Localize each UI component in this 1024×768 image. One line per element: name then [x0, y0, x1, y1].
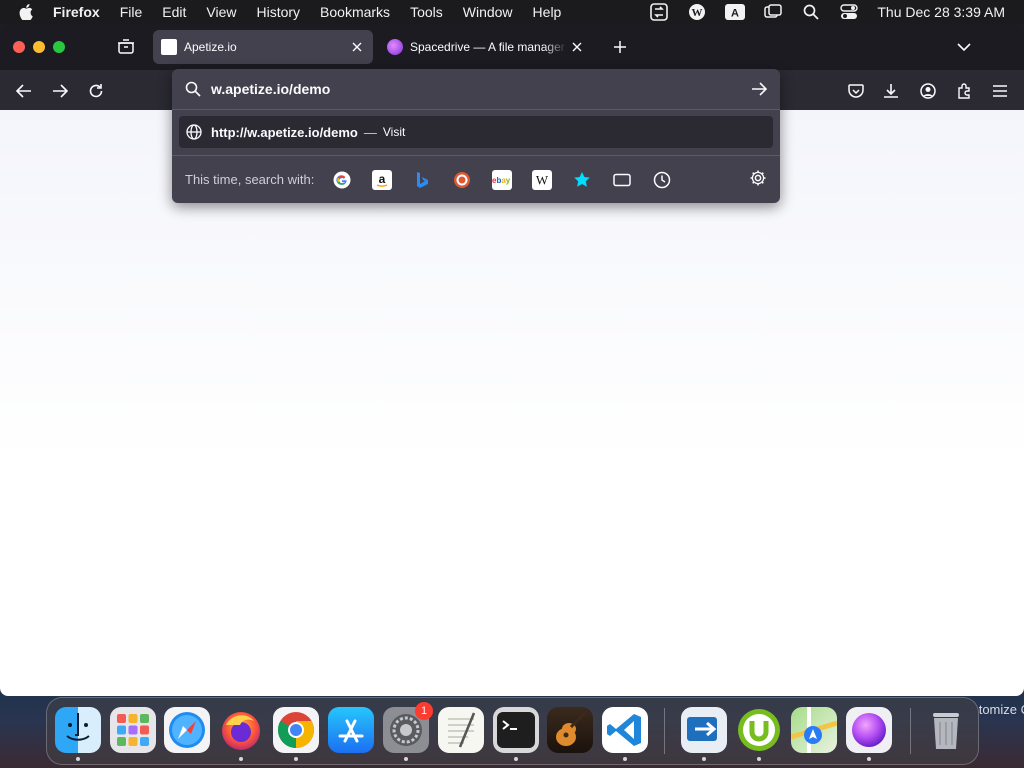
amazon-icon[interactable]: a [372, 169, 393, 190]
result-url: http://w.apetize.io/demo [211, 124, 358, 140]
background-window-text: tomize C [978, 702, 1024, 717]
dock-textedit-icon[interactable] [438, 707, 484, 753]
url-input[interactable] [211, 81, 731, 97]
menu-view[interactable]: View [206, 4, 236, 20]
window-close-button[interactable] [13, 41, 25, 53]
notification-badge: 1 [415, 702, 433, 720]
downloads-icon[interactable] [880, 80, 902, 102]
forward-arrow-icon[interactable] [49, 80, 71, 102]
dock-maps-icon[interactable] [790, 707, 838, 753]
dock-safari-icon[interactable] [164, 707, 210, 753]
window-zoom-button[interactable] [53, 41, 65, 53]
dock-migration-assistant-icon[interactable] [681, 707, 727, 753]
google-icon[interactable] [332, 170, 352, 190]
sync-icon[interactable] [649, 2, 669, 22]
list-all-tabs-chevron-down-icon[interactable] [954, 37, 974, 57]
running-indicator [239, 757, 243, 761]
tab-title: Apetize.io [184, 40, 237, 54]
spotlight-icon[interactable] [801, 2, 821, 22]
menu-edit[interactable]: Edit [162, 4, 186, 20]
dock: 1 [46, 697, 979, 765]
input-source-icon[interactable]: A [725, 2, 746, 22]
duckduckgo-icon[interactable] [452, 170, 472, 190]
window-minimize-button[interactable] [33, 41, 45, 53]
svg-text:ebay: ebay [492, 176, 511, 185]
running-indicator [623, 757, 627, 761]
menu-bar: Firefox File Edit View History Bookmarks… [0, 0, 1024, 24]
history-clock-icon[interactable] [652, 170, 672, 190]
firefox-view-icon[interactable] [116, 37, 136, 57]
spacedrive-favicon-icon [387, 39, 403, 55]
divider [172, 109, 780, 110]
apetize-favicon-icon [161, 39, 177, 55]
menu-window[interactable]: Window [463, 4, 513, 20]
bookmarks-star-icon[interactable] [572, 170, 592, 190]
svg-text:A: A [731, 8, 739, 20]
wordpress-icon[interactable]: W [687, 2, 707, 22]
running-indicator [702, 757, 706, 761]
visit-url-result[interactable]: http://w.apetize.io/demo — Visit [179, 116, 773, 148]
urlbar-input-row [172, 69, 780, 109]
screen-mirroring-icon[interactable] [763, 2, 783, 22]
dock-finder-icon[interactable] [55, 707, 101, 753]
bing-icon[interactable] [412, 170, 432, 190]
tab-close-icon[interactable] [347, 37, 367, 57]
hamburger-menu-icon[interactable] [989, 80, 1011, 102]
dock-launchpad-icon[interactable] [110, 707, 156, 753]
dock-trash-icon[interactable] [923, 707, 969, 753]
dock-chrome-icon[interactable] [273, 707, 319, 753]
running-indicator [76, 757, 80, 761]
urlbar-dropdown: http://w.apetize.io/demo — Visit This ti… [172, 69, 780, 203]
dock-separator [664, 708, 665, 754]
tab-spacedrive[interactable]: Spacedrive — A file manager from the fut… [379, 30, 593, 64]
dock-utorrent-icon[interactable] [736, 707, 782, 753]
result-separator: — [363, 124, 377, 140]
back-arrow-icon[interactable] [13, 80, 35, 102]
running-indicator [514, 757, 518, 761]
svg-text:a: a [379, 172, 386, 186]
running-indicator [867, 757, 871, 761]
menu-help[interactable]: Help [533, 4, 562, 20]
menu-app-firefox[interactable]: Firefox [53, 4, 100, 20]
dock-spacedrive-icon[interactable] [846, 707, 892, 753]
menu-tools[interactable]: Tools [410, 4, 443, 20]
menu-history[interactable]: History [256, 4, 300, 20]
dock-vscode-icon[interactable] [602, 707, 648, 753]
menubar-clock[interactable]: Thu Dec 28 3:39 AM [877, 4, 1005, 20]
dock-garageband-icon[interactable] [547, 707, 593, 753]
dock-app-store-icon[interactable] [328, 707, 374, 753]
tabs-icon[interactable] [612, 170, 632, 190]
svg-text:W: W [536, 172, 549, 187]
running-indicator [404, 757, 408, 761]
tab-strip: Apetize.io Spacedrive — A file manager f… [0, 24, 1024, 70]
tab-apetize[interactable]: Apetize.io [153, 30, 373, 64]
globe-icon [186, 124, 202, 140]
control-center-icon[interactable] [839, 2, 859, 22]
search-settings-gear-icon[interactable] [748, 168, 768, 188]
dock-firefox-icon[interactable] [218, 707, 264, 753]
pocket-icon[interactable] [845, 80, 867, 102]
search-engine-bar: This time, search with: a ebay W [172, 156, 780, 203]
dock-separator [910, 708, 911, 754]
go-arrow-icon[interactable] [750, 80, 768, 98]
new-tab-icon[interactable] [610, 37, 630, 57]
wikipedia-icon[interactable]: W [532, 169, 553, 190]
ebay-icon[interactable]: ebay [492, 169, 513, 190]
search-with-label: This time, search with: [185, 172, 315, 187]
running-indicator [757, 757, 761, 761]
tab-title: Spacedrive — A file manager from the fut… [410, 40, 567, 54]
apple-menu-icon[interactable] [19, 4, 35, 20]
svg-text:W: W [692, 7, 703, 19]
dock-terminal-icon[interactable] [493, 707, 539, 753]
reload-icon[interactable] [85, 80, 107, 102]
account-icon[interactable] [917, 80, 939, 102]
running-indicator [294, 757, 298, 761]
menu-file[interactable]: File [120, 4, 143, 20]
extensions-icon[interactable] [953, 80, 975, 102]
search-icon [185, 81, 201, 97]
menu-bookmarks[interactable]: Bookmarks [320, 4, 390, 20]
result-action: Visit [382, 125, 406, 139]
tab-close-icon[interactable] [567, 37, 587, 57]
